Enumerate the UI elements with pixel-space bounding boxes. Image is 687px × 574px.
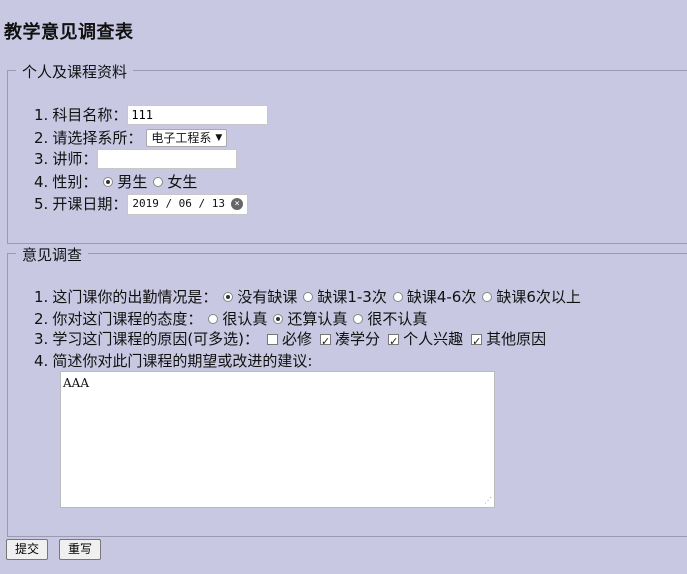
q2-row: 2. 你对这门课程的态度： 很认真 还算认真 很不认真	[34, 308, 427, 330]
date-num: 5.	[34, 195, 49, 213]
gender-female-radio[interactable]	[153, 177, 164, 187]
q1-opt3-radio[interactable]	[392, 292, 403, 302]
q2-label: 你对这门课程的态度：	[52, 310, 203, 328]
subject-row: 1. 科目名称： 111	[34, 104, 269, 126]
q4-row: 4. 简述你对此门课程的期望或改进的建议:	[34, 350, 312, 372]
chevron-down-icon: ▼	[215, 133, 223, 143]
teacher-input[interactable]	[97, 149, 238, 169]
q2-opt3-radio[interactable]	[353, 314, 364, 324]
q1-opt2-radio[interactable]	[303, 292, 314, 302]
suggestion-text: AAA	[63, 376, 89, 390]
q1-opt1-radio[interactable]	[223, 292, 234, 302]
q2-opt2-label: 还算认真	[287, 310, 348, 328]
q3-row: 3. 学习这门课程的原因(可多选)： 必修 凑学分 个人兴趣 其他原因	[34, 328, 547, 353]
q3-opt1-checkbox[interactable]	[267, 333, 279, 345]
teacher-label: 讲师：	[52, 150, 98, 168]
q2-opt1-radio[interactable]	[208, 314, 219, 324]
gender-num: 4.	[34, 173, 49, 191]
dept-num: 2.	[34, 129, 49, 147]
subject-num: 1.	[34, 106, 49, 124]
suggestion-textarea[interactable]: AAA ⋰	[60, 371, 495, 508]
dept-select-value: 电子工程系	[151, 131, 212, 145]
date-value: 2019 / 06 / 13	[132, 197, 226, 210]
q3-opt4-checkbox[interactable]	[471, 331, 483, 353]
subject-input[interactable]: 111	[127, 105, 269, 125]
q2-opt2-radio[interactable]	[273, 314, 284, 324]
q3-opt3-label: 个人兴趣	[403, 330, 464, 348]
survey-legend: 意见调查	[16, 244, 89, 265]
q3-opt2-label: 凑学分	[335, 330, 381, 348]
q2-opt3-label: 很不认真	[367, 310, 428, 328]
q1-opt4-radio[interactable]	[482, 292, 493, 302]
reset-button[interactable]: 重写	[59, 539, 102, 560]
clear-icon[interactable]: ×	[231, 198, 244, 210]
gender-male-label: 男生	[117, 173, 148, 191]
q1-opt3-label: 缺课4-6次	[406, 288, 477, 306]
date-input[interactable]: 2019 / 06 / 13 ×	[127, 193, 249, 215]
date-row: 5. 开课日期： 2019 / 06 / 13 ×	[34, 193, 249, 215]
subject-label: 科目名称：	[52, 106, 128, 124]
q3-opt4-label: 其他原因	[486, 330, 547, 348]
course-info-legend: 个人及课程资料	[16, 61, 134, 82]
q3-opt2-checkbox[interactable]	[320, 331, 332, 353]
dept-row: 2. 请选择系所： 电子工程系 ▼	[34, 127, 228, 149]
q1-row: 1. 这门课你的出勤情况是： 没有缺课 缺课1-3次 缺课4-6次 缺课6次以上	[34, 286, 581, 308]
q1-opt2-label: 缺课1-3次	[317, 288, 387, 306]
page-title: 教学意见调查表	[4, 22, 134, 43]
q1-opt4-label: 缺课6次以上	[496, 288, 581, 306]
q4-label: 简述你对此门课程的期望或改进的建议:	[52, 352, 313, 370]
q4-num: 4.	[34, 352, 49, 370]
gender-female-label: 女生	[167, 173, 198, 191]
teacher-num: 3.	[34, 150, 49, 168]
gender-row: 4. 性别： 男生 女生	[34, 171, 197, 193]
submit-button[interactable]: 提交	[6, 539, 49, 560]
q3-label: 学习这门课程的原因(可多选)：	[52, 330, 260, 348]
dept-label: 请选择系所：	[52, 129, 143, 147]
q3-num: 3.	[34, 330, 49, 348]
gender-male-radio[interactable]	[103, 177, 114, 187]
dept-select[interactable]: 电子工程系 ▼	[146, 129, 228, 147]
q1-label: 这门课你的出勤情况是：	[52, 288, 218, 306]
teacher-row: 3. 讲师：	[34, 148, 238, 170]
q3-opt1-label: 必修	[282, 330, 313, 348]
q3-opt3-checkbox[interactable]	[388, 331, 400, 353]
q1-num: 1.	[34, 288, 49, 306]
date-label: 开课日期：	[52, 195, 128, 213]
q1-opt1-label: 没有缺课	[237, 288, 298, 306]
q2-num: 2.	[34, 310, 49, 328]
gender-label: 性别：	[52, 173, 98, 191]
q2-opt1-label: 很认真	[222, 310, 268, 328]
resize-handle-icon[interactable]: ⋰	[484, 497, 492, 505]
